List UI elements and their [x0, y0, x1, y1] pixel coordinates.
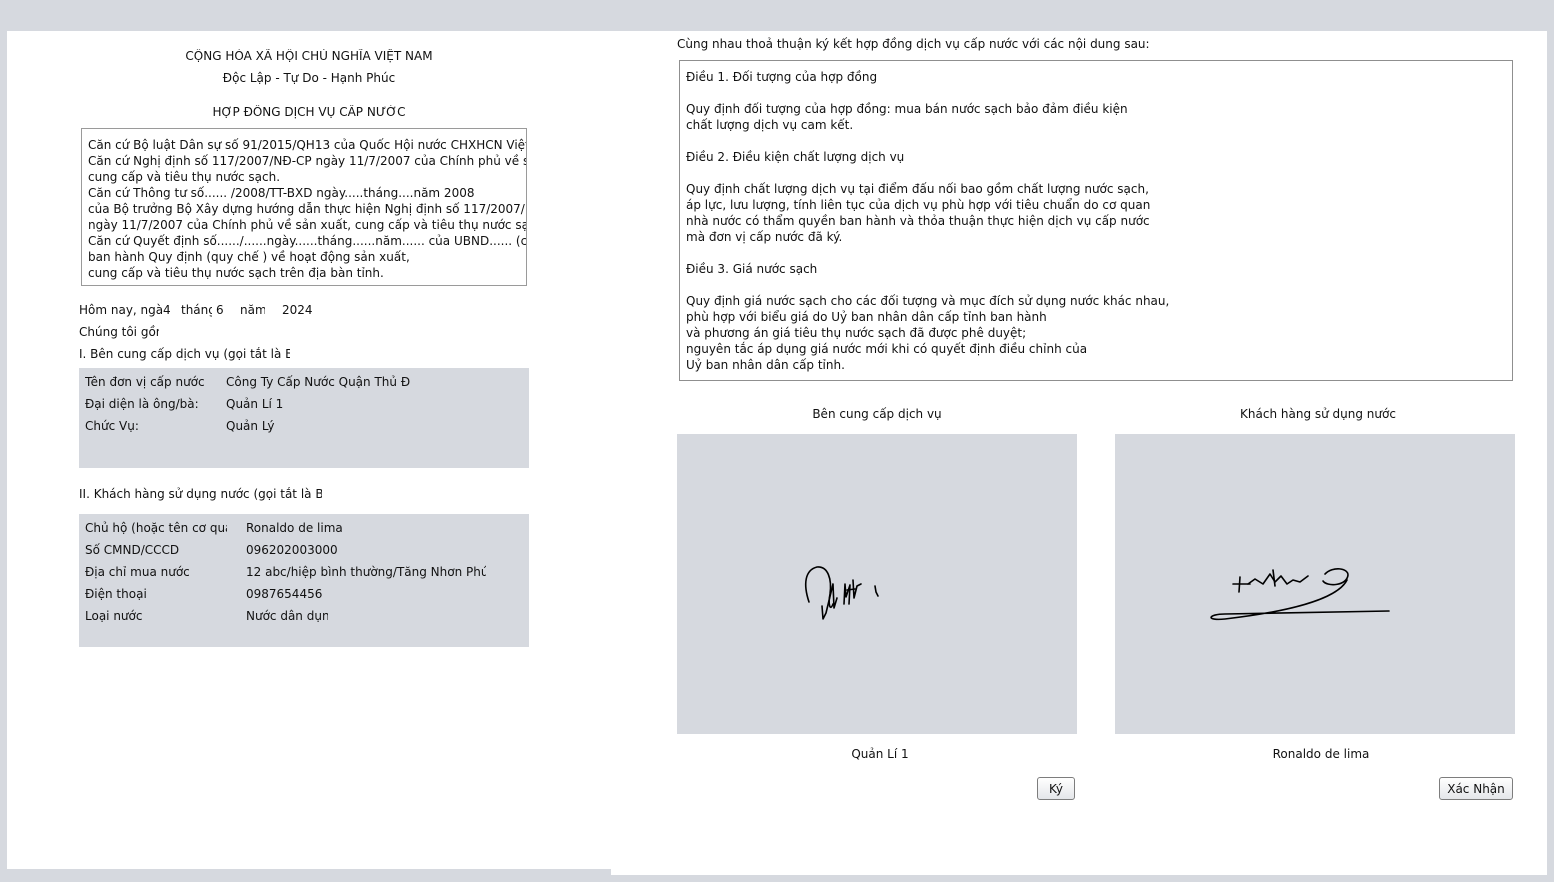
provider-signature-pad[interactable]: [677, 434, 1077, 734]
basis-line: của Bộ trưởng Bộ Xây dựng hướng dẫn thực…: [88, 202, 527, 216]
date-day-value: 4: [163, 303, 171, 317]
republic-heading: CỘNG HÒA XÃ HỘI CHỦ NGHĨA VIỆT NAM: [185, 49, 433, 63]
terms-line: phù hợp với biểu giá do Uỷ ban nhân dân …: [686, 310, 1047, 324]
basis-line: ngày 11/7/2007 của Chính phủ về sản xuất…: [88, 218, 527, 232]
provider-representative-label: Đại diện là ông/bà:: [85, 397, 199, 411]
legal-basis-textarea[interactable]: Căn cứ Bộ luật Dân sự số 91/2015/QH13 củ…: [81, 128, 527, 286]
terms-line: Điều 2. Điều kiện chất lượng dịch vụ: [686, 150, 905, 164]
customer-phone-value: 0987654456: [246, 587, 323, 601]
confirm-button[interactable]: Xác Nhận: [1439, 777, 1513, 800]
date-year-label: năm: [240, 303, 265, 317]
basis-line: cung cấp và tiêu thụ nước sạch.: [88, 170, 281, 184]
terms-line: Quy định chất lượng dịch vụ tại điểm đấu…: [686, 182, 1149, 196]
terms-line: [680, 245, 1512, 261]
terms-line: nhà nước có thẩm quyền ban hành và thỏa …: [686, 214, 1150, 228]
customer-signature-title: Khách hàng sử dụng nước: [1240, 407, 1396, 421]
terms-line: [680, 133, 1512, 149]
customer-owner-value: Ronaldo de lima: [246, 521, 343, 535]
provider-info-box: Tên đơn vị cấp nước Công Ty Cấp Nước Quậ…: [79, 368, 529, 468]
provider-name-label: Tên đơn vị cấp nước: [85, 375, 205, 389]
terms-line: nguyên tắc áp dụng giá nước mới khi có q…: [686, 342, 1088, 356]
date-month-value: 6: [216, 303, 224, 317]
agreement-intro: Cùng nhau thoả thuận ký kết hợp đồng dịc…: [677, 37, 1150, 51]
customer-signature-drawing: [1210, 568, 1390, 621]
provider-position-value: Quản Lý: [226, 419, 275, 433]
terms-textarea[interactable]: Điều 1. Đối tượng của hợp đồng Quy định …: [679, 60, 1513, 381]
terms-line: và phương án giá tiêu thụ nước sạch đã đ…: [686, 326, 1027, 340]
basis-line: Căn cứ Quyết định số....../......ngày...…: [88, 234, 527, 248]
customer-heading: II. Khách hàng sử dụng nước (gọi tắt là …: [79, 487, 322, 501]
contract-title: HỢP ĐỒNG DỊCH VỤ CẤP NƯỚC: [212, 105, 406, 119]
customer-info-box: Chủ hộ (hoặc tên cơ quan) Ronaldo de lim…: [79, 514, 529, 647]
customer-phone-label: Điện thoại: [85, 587, 147, 601]
customer-id-label: Số CMND/CCCD: [85, 543, 180, 557]
terms-line: [680, 165, 1512, 181]
date-year-value: 2024: [282, 303, 313, 317]
basis-line: Căn cứ Bộ luật Dân sự số 91/2015/QH13 củ…: [88, 138, 527, 152]
provider-signature-drawing: [804, 566, 879, 620]
terms-line: Điều 1. Đối tượng của hợp đồng: [686, 70, 878, 84]
terms-line: Uỷ ban nhân dân cấp tỉnh.: [686, 358, 845, 372]
provider-signer-name: Quản Lí 1: [851, 747, 909, 761]
terms-line: [680, 85, 1512, 101]
terms-line: [680, 277, 1512, 293]
basis-line: ban hành Quy định (quy chế ) về hoạt độn…: [88, 250, 410, 264]
terms-line: áp lực, lưu lượng, tính liên tục của dịc…: [686, 198, 1151, 212]
provider-representative-value: Quản Lí 1: [226, 397, 284, 411]
we-are-label: Chúng tôi gồm: [79, 325, 159, 339]
sign-button[interactable]: Ký: [1037, 777, 1075, 800]
provider-name-value: Công Ty Cấp Nước Quận Thủ Đức: [226, 375, 410, 389]
basis-line: cung cấp và tiêu thụ nước sạch trên địa …: [88, 266, 384, 280]
date-today-label: Hôm nay, ngày: [79, 303, 163, 317]
customer-address-label: Địa chỉ mua nước: [85, 565, 190, 579]
terms-line: chất lượng dịch vụ cam kết.: [686, 118, 854, 132]
motto-heading: Độc Lập - Tự Do - Hạnh Phúc: [222, 71, 396, 85]
provider-position-label: Chức Vụ:: [85, 419, 139, 433]
date-month-label: tháng: [181, 303, 212, 317]
customer-address-value: 12 abc/hiệp bình thường/Tăng Nhơn Phú A: [246, 565, 486, 579]
terms-line: Quy định đối tượng của hợp đồng: mua bán…: [686, 102, 1128, 116]
terms-line: Điều 3. Giá nước sạch: [686, 262, 818, 276]
terms-line: Quy định giá nước sạch cho các đối tượng…: [686, 294, 1170, 308]
customer-signer-name: Ronaldo de lima: [1272, 747, 1370, 761]
customer-owner-label: Chủ hộ (hoặc tên cơ quan): [85, 521, 227, 535]
provider-heading: I. Bên cung cấp dịch vụ (gọi tắt là Bên …: [79, 347, 290, 361]
customer-water-type-label: Loại nước: [85, 609, 143, 623]
basis-line: Căn cứ Nghị định số 117/2007/NĐ-CP ngày …: [88, 154, 526, 168]
customer-water-type-value: Nước dân dụng: [246, 609, 328, 623]
customer-signature-pad[interactable]: [1115, 434, 1515, 734]
basis-line: Căn cứ Thông tư số...... /2008/TT-BXD ng…: [88, 186, 475, 200]
terms-line: mà đơn vị cấp nước đã ký.: [686, 230, 843, 244]
provider-signature-title: Bên cung cấp dịch vụ: [812, 407, 942, 421]
customer-id-value: 096202003000: [246, 543, 338, 557]
